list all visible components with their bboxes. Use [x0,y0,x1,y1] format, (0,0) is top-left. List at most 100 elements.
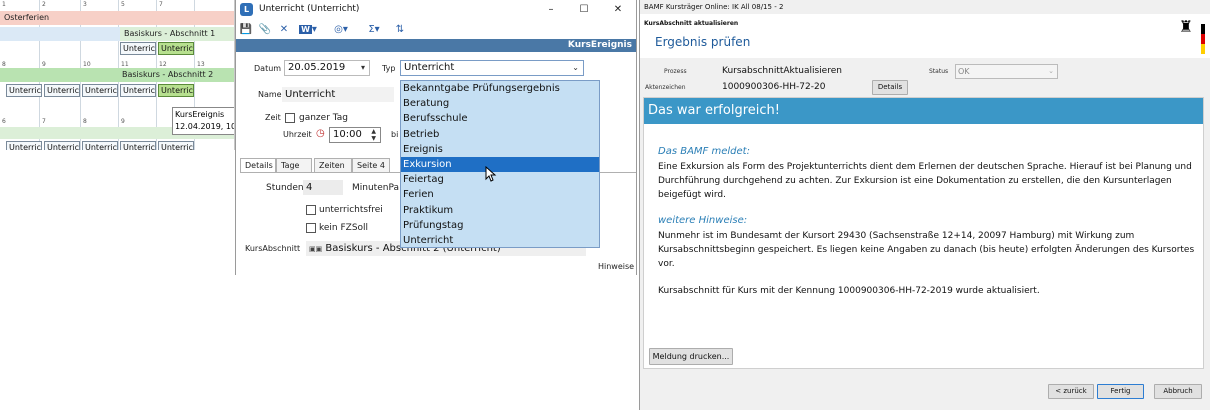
day-number: 9 [42,61,46,68]
print-button[interactable]: Meldung drucken... [649,348,733,365]
day-number: 12 [159,61,167,68]
typ-option[interactable]: Prüfungstag [401,218,599,233]
tab-zeiten[interactable]: Zeiten [314,158,352,172]
day-number: 7 [159,1,163,8]
lesson-block[interactable]: Unterricht [158,141,194,150]
unterrichtsfrei-label: unterrichtsfrei [319,205,383,215]
typ-option[interactable]: Betrieb [401,127,599,142]
stunden-input[interactable]: 4 [303,180,343,195]
day-number: 13 [197,61,205,68]
typ-option[interactable]: Exkursion [401,156,599,173]
chevron-down-icon: ⌄ [572,63,579,72]
uhrzeit-input[interactable]: 10:00 ▲ ▼ [329,127,381,143]
back-button[interactable]: < zurück [1048,384,1094,399]
typ-option[interactable]: Praktikum [401,203,599,218]
chevron-down-icon: ⌄ [1048,67,1054,75]
day-number: 7 [42,118,46,125]
tab-details[interactable]: Details [240,158,276,172]
globe-icon[interactable]: ◎▾ [330,22,352,37]
lesson-block[interactable]: Unterricht [6,84,42,97]
hinweise-label: Hinweise [598,262,635,271]
lesson-block[interactable]: Unterricht [82,84,118,97]
maximize-button[interactable]: ☐ [569,0,599,19]
kurs1-band[interactable]: Basiskurs - Abschnitt 1 [120,27,234,41]
details-button[interactable]: Details [872,80,908,95]
spinner-icon[interactable]: ▲ ▼ [371,128,376,142]
name-input[interactable]: Unterricht [282,87,394,102]
status-select[interactable]: OK ⌄ [955,64,1058,79]
aktenzeichen-label: Aktenzeichen [645,84,686,91]
lesson-block[interactable]: Unterricht [158,42,194,55]
result-text: Kursabschnitt für Kurs mit der Kennung 1… [658,286,1040,296]
lesson-block[interactable]: Unterricht [120,42,156,55]
cancel-button[interactable]: Abbruch [1154,384,1202,399]
typ-option[interactable]: Ereignis [401,142,599,157]
tooltip-date: 12.04.2019, 10- [175,122,235,131]
prozess-value: KursabschnittAktualisieren [722,66,842,76]
kursabschnitt-label: KursAbschnitt [245,244,301,253]
unterrichtsfrei-checkbox[interactable] [306,205,316,215]
bamf-dialog: BAMF Kursträger Online: IK All 08/15 - 2… [639,0,1210,410]
uhrzeit-label: Uhrzeit [283,130,312,139]
typ-dropdown-list[interactable]: Bekanntgabe Prüfungsergebnis Beratung Beru… [400,80,600,248]
lesson-block[interactable]: Unterricht [44,141,80,150]
day-number: 5 [121,1,125,8]
day-number: 3 [83,1,87,8]
kurs1-label: Basiskurs - Abschnitt 1 [124,29,216,38]
calendar-grid: 1 2 3 5 7 Osterferien Basiskurs - Abschn… [0,0,235,150]
typ-option[interactable]: Feiertag [401,172,599,187]
sum-icon[interactable]: Σ▾ [363,22,385,37]
minuten-label: MinutenPa [352,183,399,193]
success-banner: Das war erfolgreich! [644,98,1203,124]
word-export-icon[interactable]: W ▾ [297,22,319,37]
minimize-button[interactable]: – [536,0,566,19]
typ-select[interactable]: Unterricht ⌄ [400,60,584,76]
lesson-block[interactable]: Unterricht [120,141,156,150]
ganzer-tag-label: ganzer Tag [299,113,348,123]
kurs2-band[interactable]: Basiskurs - Abschnitt 2 [0,68,234,82]
day-number: 2 [42,1,46,8]
dialog-title: Unterricht (Unterricht) [259,4,360,14]
lesson-block[interactable]: Unterricht [82,141,118,150]
day-number: 11 [121,61,129,68]
clock-icon[interactable]: ◷ [316,128,325,139]
meldet-heading: Das BAMF meldet: [658,146,750,157]
lesson-block[interactable]: Unterricht [44,84,80,97]
typ-option[interactable]: Ferien [401,187,599,202]
meldet-text: Eine Exkursion als Form des Projektunter… [658,162,1192,200]
delete-icon[interactable]: ✕ [277,22,291,37]
typ-option[interactable]: Beratung [401,96,599,111]
sync-icon[interactable]: ⇅ [393,22,407,37]
typ-option[interactable]: Berufsschule [401,111,599,126]
day-number: 8 [2,61,6,68]
close-button[interactable]: ✕ [603,0,633,19]
save-icon[interactable]: 💾 [239,22,253,37]
status-value: OK [958,67,970,76]
typ-option[interactable]: Unterricht [401,233,599,248]
tab-seite-4[interactable]: Seite 4 [352,158,390,172]
kein-fzsoll-checkbox[interactable] [306,223,316,233]
bamf-heading: Ergebnis prüfen [655,35,751,49]
ganzer-tag-checkbox[interactable] [285,113,295,123]
german-flag-icon [1201,24,1205,54]
lesson-block[interactable]: Unterricht [120,84,156,97]
typ-value: Unterricht [404,62,455,73]
typ-option[interactable]: Bekanntgabe Prüfungsergebnis [401,81,599,96]
attach-icon[interactable]: 📎 [258,22,272,37]
bamf-subtitle: KursAbschnitt aktualisieren [644,20,739,27]
finish-button[interactable]: Fertig [1097,384,1144,399]
day-number: 9 [121,118,125,125]
section-header: KursEreignis [236,39,636,52]
dialog-titlebar[interactable]: L Unterricht (Unterricht) – ☐ ✕ [236,0,636,19]
tab-tage[interactable]: Tage [276,158,312,172]
day-number: 10 [83,61,91,68]
lesson-block[interactable]: Unterricht [158,84,194,97]
day-number: 8 [83,118,87,125]
ferien-band[interactable]: Osterferien [0,11,234,25]
datum-field[interactable]: 20.05.2019 ▾ [284,60,370,76]
tooltip-title: KursEreignis [175,110,225,119]
day-number: 6 [2,118,6,125]
uhrzeit-value: 10:00 [333,129,362,140]
datum-value: 20.05.2019 [288,62,346,73]
lesson-block[interactable]: Unterricht [6,141,42,150]
